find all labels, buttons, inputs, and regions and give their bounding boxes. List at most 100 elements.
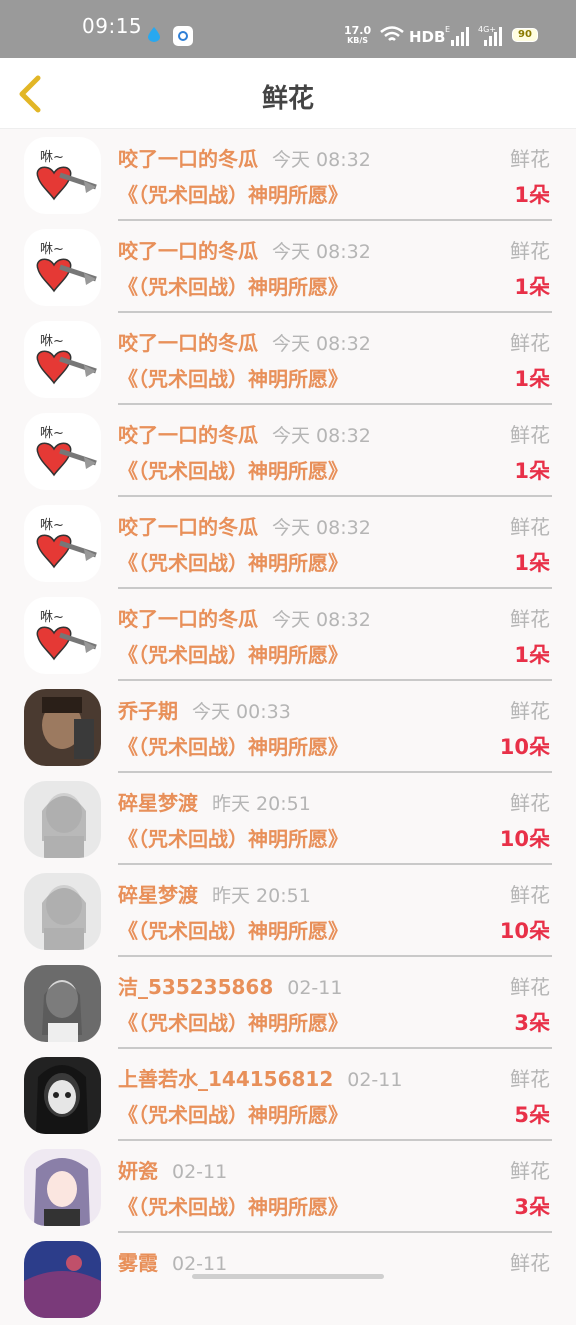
username: 咬了一口的冬瓜 今天 08:32 [118, 327, 371, 356]
svg-text:咻~: 咻~ [40, 425, 64, 441]
book-title-link[interactable]: 《（咒术回战）神明所愿》 [118, 1007, 348, 1036]
book-title-link[interactable]: 《（咒术回战）神明所愿》 [118, 639, 348, 668]
list-item[interactable]: 碎星梦渡 昨天 20:51 鲜花 《（咒术回战）神明所愿》 10朵 [0, 865, 576, 957]
username-text: 咬了一口的冬瓜 [118, 147, 258, 171]
gift-count: 1朵 [514, 183, 550, 207]
book-title-link[interactable]: 《（咒术回战）神明所愿》 [118, 1099, 348, 1128]
list-item[interactable]: 咻~ 咬了一口的冬瓜 今天 08:32 鲜花 《（咒术回战）神明所愿》 1朵 [0, 221, 576, 313]
avatar-heart[interactable]: 咻~ [24, 137, 101, 214]
username-text: 碎星梦渡 [118, 883, 198, 907]
timestamp: 昨天 20:51 [212, 885, 311, 907]
book-title-link[interactable]: 《（咒术回战）神明所愿》 [118, 271, 348, 300]
timestamp: 02-11 [172, 1161, 228, 1183]
gift-type-label: 鲜花 [510, 1251, 550, 1275]
gift-type-label: 鲜花 [510, 699, 550, 723]
gift-type-label: 鲜花 [510, 331, 550, 355]
network-speed: 17.0 KB/S [344, 24, 372, 45]
username: 乔子期 今天 00:33 [118, 695, 291, 724]
status-time: 09:15 [82, 14, 143, 38]
gift-count: 1朵 [514, 551, 550, 575]
battery-icon: 90 [512, 28, 538, 42]
book-title-link[interactable]: 《（咒术回战）神明所愿》 [118, 363, 348, 392]
status-bar: 09:15 17.0 KB/S HDB E 4G+ 90 [0, 0, 576, 58]
svg-text:E: E [445, 25, 450, 34]
heart-avatar-image: 咻~ [24, 137, 101, 214]
anime-girl-avatar-image [24, 1149, 101, 1226]
book-title-link[interactable]: 《（咒术回战）神明所愿》 [118, 1191, 348, 1220]
gift-type-label: 鲜花 [510, 515, 550, 539]
timestamp: 今天 00:33 [192, 701, 291, 723]
list-item[interactable]: 上善若水_144156812 02-11 鲜花 《（咒术回战）神明所愿》 5朵 [0, 1049, 576, 1141]
svg-text:咻~: 咻~ [40, 241, 64, 257]
heart-avatar-image: 咻~ [24, 597, 101, 674]
book-title-link[interactable]: 《（咒术回战）神明所愿》 [118, 915, 348, 944]
gift-count: 1朵 [514, 275, 550, 299]
avatar-heart[interactable]: 咻~ [24, 229, 101, 306]
username: 咬了一口的冬瓜 今天 08:32 [118, 419, 371, 448]
timestamp: 今天 08:32 [272, 241, 371, 263]
avatar-heart[interactable]: 咻~ [24, 505, 101, 582]
list-item[interactable]: 咻~ 咬了一口的冬瓜 今天 08:32 鲜花 《（咒术回战）神明所愿》 1朵 [0, 497, 576, 589]
book-title-link[interactable]: 《（咒术回战）神明所愿》 [118, 179, 348, 208]
list-item[interactable]: 乔子期 今天 00:33 鲜花 《（咒术回战）神明所愿》 10朵 [0, 681, 576, 773]
gift-type-label: 鲜花 [510, 883, 550, 907]
avatar-heart[interactable]: 咻~ [24, 321, 101, 398]
gift-count: 10朵 [499, 735, 550, 759]
list-item[interactable]: 洁_535235868 02-11 鲜花 《（咒术回战）神明所愿》 3朵 [0, 957, 576, 1049]
list-item[interactable]: 咻~ 咬了一口的冬瓜 今天 08:32 鲜花 《（咒术回战）神明所愿》 1朵 [0, 589, 576, 681]
avatar-sketch-girl[interactable] [24, 781, 101, 858]
gift-count: 10朵 [499, 919, 550, 943]
svg-text:咻~: 咻~ [40, 333, 64, 349]
gift-type-label: 鲜花 [510, 791, 550, 815]
username-text: 乔子期 [118, 699, 178, 723]
list-item[interactable]: 咻~ 咬了一口的冬瓜 今天 08:32 鲜花 《（咒术回战）神明所愿》 1朵 [0, 313, 576, 405]
username-text: 雾霞 [118, 1251, 158, 1275]
heart-avatar-image: 咻~ [24, 505, 101, 582]
gift-count: 1朵 [514, 459, 550, 483]
signal-4g-icon: 4G+ [478, 25, 502, 46]
svg-text:咻~: 咻~ [40, 517, 64, 533]
app-header: 鲜花 [0, 58, 576, 129]
dark-face-avatar-image [24, 1057, 101, 1134]
gift-count: 1朵 [514, 643, 550, 667]
username-text: 上善若水_144156812 [118, 1067, 334, 1091]
avatar-anime-girl[interactable] [24, 1149, 101, 1226]
list-item[interactable]: 妍瓷 02-11 鲜花 《（咒术回战）神明所愿》 3朵 [0, 1141, 576, 1233]
username-text: 碎星梦渡 [118, 791, 198, 815]
gift-count: 10朵 [499, 827, 550, 851]
hd-indicator: HDB [409, 28, 446, 46]
avatar-heart[interactable]: 咻~ [24, 413, 101, 490]
app-notification-icon [173, 26, 193, 46]
avatar-heart[interactable]: 咻~ [24, 597, 101, 674]
gift-list: 咻~ 咬了一口的冬瓜 今天 08:32 鲜花 《（咒术回战）神明所愿》 1朵 咻~… [0, 129, 576, 1325]
avatar-dark-face[interactable] [24, 1057, 101, 1134]
timestamp: 今天 08:32 [272, 425, 371, 447]
book-title-link[interactable]: 《（咒术回战）神明所愿》 [118, 823, 348, 852]
timestamp: 今天 08:32 [272, 517, 371, 539]
gift-type-label: 鲜花 [510, 423, 550, 447]
book-title-link[interactable]: 《（咒术回战）神明所愿》 [118, 547, 348, 576]
gift-type-label: 鲜花 [510, 975, 550, 999]
timestamp: 02-11 [287, 977, 343, 999]
avatar-gray-girl[interactable] [24, 965, 101, 1042]
gray-girl-avatar-image [24, 965, 101, 1042]
timestamp: 今天 08:32 [272, 333, 371, 355]
book-title-link[interactable]: 《（咒术回战）神明所愿》 [118, 455, 348, 484]
avatar-sketch-girl[interactable] [24, 873, 101, 950]
list-item[interactable]: 碎星梦渡 昨天 20:51 鲜花 《（咒术回战）神明所愿》 10朵 [0, 773, 576, 865]
gift-type-label: 鲜花 [510, 1159, 550, 1183]
droplet-icon [148, 27, 160, 42]
username: 碎星梦渡 昨天 20:51 [118, 787, 311, 816]
username-text: 咬了一口的冬瓜 [118, 607, 258, 631]
gift-count: 1朵 [514, 367, 550, 391]
book-title-link[interactable]: 《（咒术回战）神明所愿》 [118, 731, 348, 760]
list-item[interactable]: 咻~ 咬了一口的冬瓜 今天 08:32 鲜花 《（咒术回战）神明所愿》 1朵 [0, 405, 576, 497]
timestamp: 今天 08:32 [272, 149, 371, 171]
username: 咬了一口的冬瓜 今天 08:32 [118, 603, 371, 632]
username-text: 咬了一口的冬瓜 [118, 423, 258, 447]
dark-portrait-avatar-image [24, 689, 101, 766]
list-item[interactable]: 雾霞 02-11 鲜花 [0, 1233, 576, 1325]
list-item[interactable]: 咻~ 咬了一口的冬瓜 今天 08:32 鲜花 《（咒术回战）神明所愿》 1朵 [0, 129, 576, 221]
gift-count: 3朵 [514, 1195, 550, 1219]
avatar-dark-portrait[interactable] [24, 689, 101, 766]
